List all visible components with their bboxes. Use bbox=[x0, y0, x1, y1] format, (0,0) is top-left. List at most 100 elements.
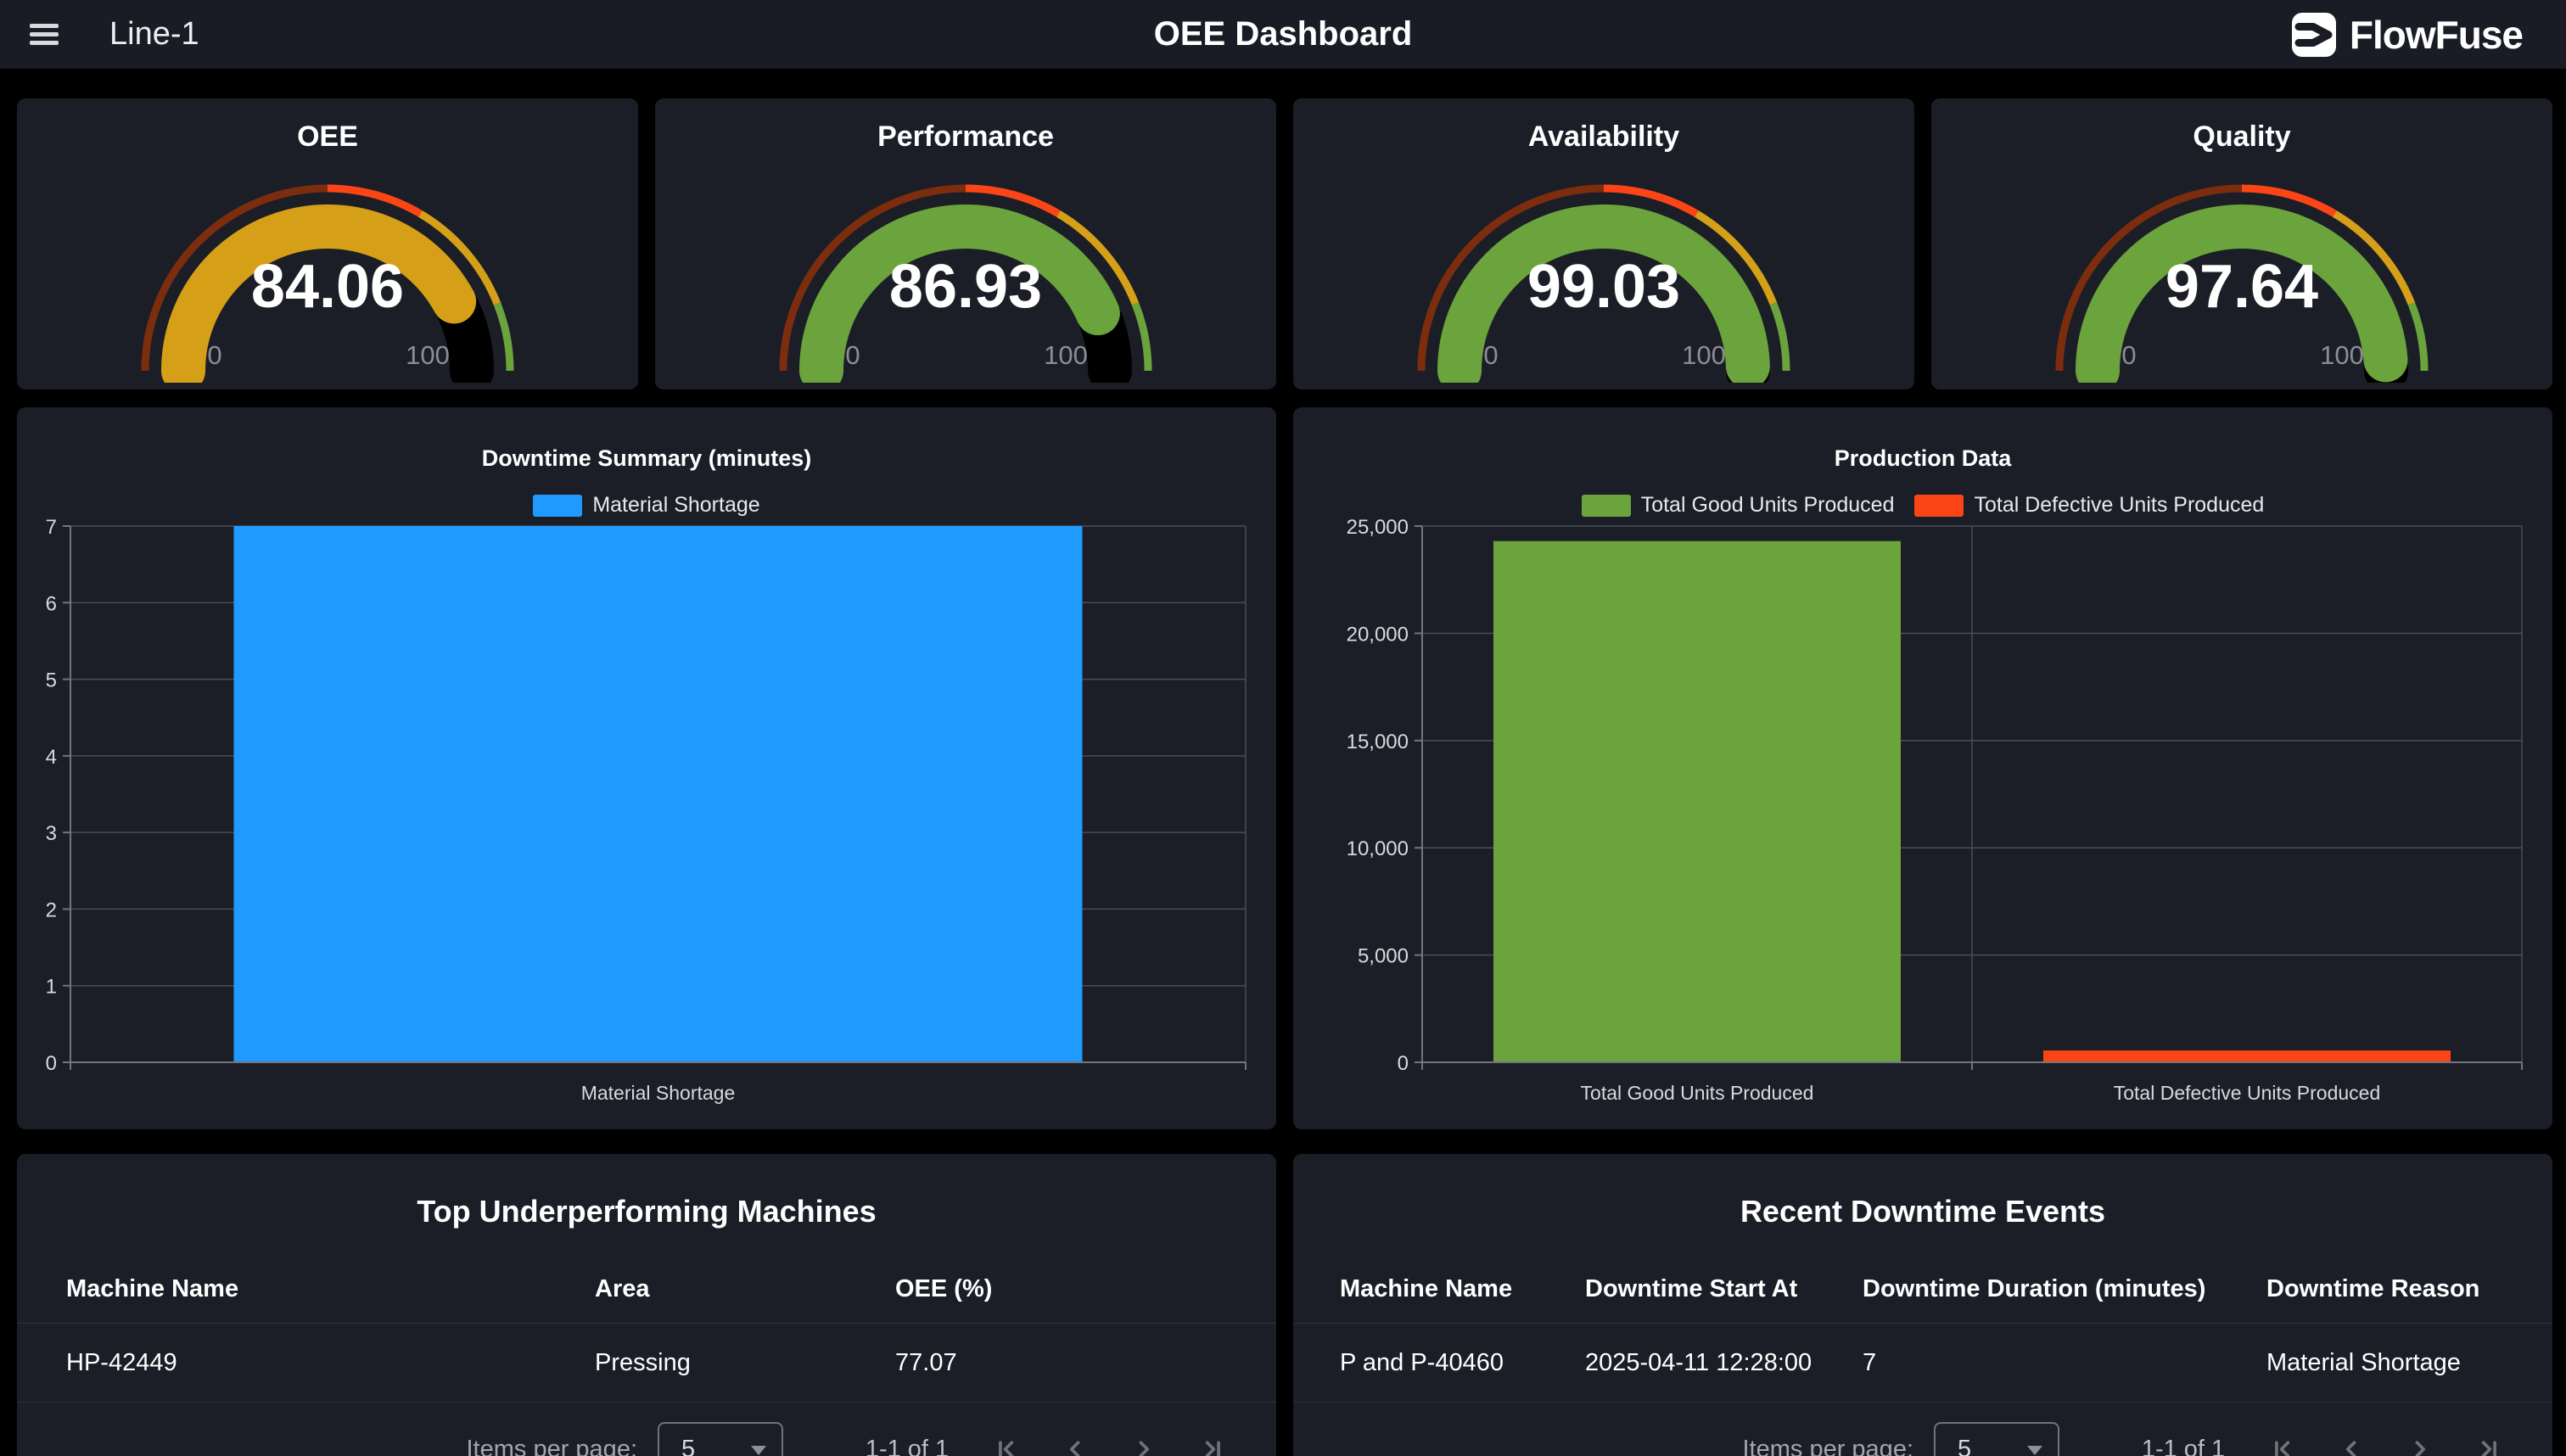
col-header-machine-name: Machine Name bbox=[66, 1275, 595, 1303]
last-page-button[interactable] bbox=[1198, 1435, 1227, 1456]
table-header-row: Machine Name Downtime Start At Downtime … bbox=[1293, 1256, 2552, 1324]
next-page-button[interactable] bbox=[2406, 1435, 2434, 1456]
gauge-max-label: 100 bbox=[406, 340, 450, 371]
items-per-page-select[interactable]: 5 bbox=[1934, 1422, 2059, 1456]
svg-text:3: 3 bbox=[46, 822, 57, 845]
chevron-right-icon bbox=[2406, 1435, 2434, 1456]
gauge-value: 84.06 bbox=[124, 256, 531, 317]
gauge-min-label: 0 bbox=[845, 340, 860, 371]
cell-downtime-start: 2025-04-11 12:28:00 bbox=[1585, 1349, 1863, 1377]
prev-page-button[interactable] bbox=[2337, 1435, 2366, 1456]
brand: FlowFuse bbox=[2290, 11, 2523, 59]
pagination-nav bbox=[2268, 1435, 2503, 1456]
table-row: HP-42449 Pressing 77.07 bbox=[17, 1324, 1276, 1403]
chart-title: Production Data bbox=[1293, 445, 2552, 472]
gauge-card-performance: Performance 86.93 0 100 bbox=[655, 98, 1276, 389]
page-title: OEE Dashboard bbox=[1154, 15, 1413, 53]
cell-downtime-duration: 7 bbox=[1863, 1349, 2266, 1377]
machines-table: Machine Name Area OEE (%) HP-42449 Press… bbox=[17, 1256, 1276, 1456]
items-per-page-select[interactable]: 5 bbox=[658, 1422, 783, 1456]
underperforming-machines-card: Top Underperforming Machines Machine Nam… bbox=[17, 1154, 1276, 1456]
gauge-min-label: 0 bbox=[1483, 340, 1498, 371]
gauge-min-label: 0 bbox=[207, 340, 221, 371]
svg-text:25,000: 25,000 bbox=[1347, 516, 1409, 539]
gauge-oee: 84.06 0 100 bbox=[124, 171, 531, 383]
items-per-page-label: Items per page: bbox=[1743, 1436, 1914, 1456]
downtime-chart-card: Downtime Summary (minutes) Material Shor… bbox=[17, 407, 1276, 1129]
pagination: Items per page: 5 1-1 of 1 bbox=[1293, 1403, 2552, 1456]
gauge-quality: 97.64 0 100 bbox=[2038, 171, 2446, 383]
table-title: Recent Downtime Events bbox=[1293, 1194, 2552, 1229]
first-page-button[interactable] bbox=[2268, 1435, 2297, 1456]
cell-machine-name: HP-42449 bbox=[66, 1349, 595, 1377]
chevron-left-icon bbox=[2337, 1435, 2366, 1456]
col-header-oee: OEE (%) bbox=[895, 1275, 1276, 1303]
recent-downtime-events-card: Recent Downtime Events Machine Name Down… bbox=[1293, 1154, 2552, 1456]
gauge-card-oee: OEE 84.06 0 100 bbox=[17, 98, 638, 389]
gauge-max-label: 100 bbox=[1682, 340, 1726, 371]
col-header-downtime-reason: Downtime Reason bbox=[2266, 1275, 2552, 1303]
prev-page-button[interactable] bbox=[1061, 1435, 1090, 1456]
pagination-range: 1-1 of 1 bbox=[2136, 1436, 2231, 1456]
charts-row: Downtime Summary (minutes) Material Shor… bbox=[0, 407, 2566, 1129]
pagination-nav bbox=[992, 1435, 1227, 1456]
dropdown-caret-icon bbox=[751, 1446, 766, 1455]
svg-text:2: 2 bbox=[46, 899, 57, 921]
cell-area: Pressing bbox=[595, 1349, 895, 1377]
table-title: Top Underperforming Machines bbox=[17, 1194, 1276, 1229]
menu-button[interactable] bbox=[26, 20, 62, 48]
svg-text:1: 1 bbox=[46, 976, 57, 999]
hamburger-icon bbox=[30, 24, 59, 45]
svg-text:20,000: 20,000 bbox=[1347, 623, 1409, 646]
cell-downtime-reason: Material Shortage bbox=[2266, 1349, 2552, 1377]
last-page-button[interactable] bbox=[2474, 1435, 2503, 1456]
chevron-left-icon bbox=[1061, 1435, 1090, 1456]
svg-text:4: 4 bbox=[46, 746, 57, 769]
first-page-icon bbox=[992, 1435, 1021, 1456]
svg-text:10,000: 10,000 bbox=[1347, 837, 1409, 860]
gauge-card-availability: Availability 99.03 0 100 bbox=[1293, 98, 1914, 389]
brand-name: FlowFuse bbox=[2350, 12, 2523, 58]
items-per-page-value: 5 bbox=[1958, 1436, 1971, 1456]
cell-oee: 77.07 bbox=[895, 1349, 1276, 1377]
gauge-card-quality: Quality 97.64 0 100 bbox=[1931, 98, 2552, 389]
gauge-value: 86.93 bbox=[762, 256, 1169, 317]
gauge-value: 99.03 bbox=[1400, 256, 1807, 317]
dropdown-caret-icon bbox=[2027, 1446, 2042, 1455]
gauge-title: OEE bbox=[17, 120, 638, 154]
production-chart-card: Production Data Total Good Units Produce… bbox=[1293, 407, 2552, 1129]
items-per-page-value: 5 bbox=[681, 1436, 695, 1456]
gauge-title: Availability bbox=[1293, 120, 1914, 154]
svg-text:Total Good Units Produced: Total Good Units Produced bbox=[1581, 1082, 1814, 1104]
first-page-button[interactable] bbox=[992, 1435, 1021, 1456]
gauge-title: Quality bbox=[1931, 120, 2552, 154]
pagination: Items per page: 5 1-1 of 1 bbox=[17, 1403, 1276, 1456]
svg-text:0: 0 bbox=[1398, 1052, 1409, 1075]
gauge-availability: 99.03 0 100 bbox=[1400, 171, 1807, 383]
svg-text:15,000: 15,000 bbox=[1347, 731, 1409, 753]
next-page-button[interactable] bbox=[1129, 1435, 1158, 1456]
gauge-max-label: 100 bbox=[1044, 340, 1088, 371]
gauges-row: OEE 84.06 0 100 Performance 86.93 0 100 … bbox=[0, 98, 2566, 389]
col-header-downtime-duration: Downtime Duration (minutes) bbox=[1863, 1275, 2266, 1303]
last-page-icon bbox=[2474, 1435, 2503, 1456]
pagination-range: 1-1 of 1 bbox=[860, 1436, 955, 1456]
table-row: P and P-40460 2025-04-11 12:28:00 7 Mate… bbox=[1293, 1324, 2552, 1403]
table-header-row: Machine Name Area OEE (%) bbox=[17, 1256, 1276, 1324]
chevron-right-icon bbox=[1129, 1435, 1158, 1456]
production-bar-chart: 0 5,000 10,000 15,000 20,000 25,000 Total Good… bbox=[1293, 501, 2552, 1112]
svg-text:Material Shortage: Material Shortage bbox=[581, 1082, 736, 1104]
downtime-bar-chart: 01234567Material Shortage bbox=[17, 501, 1276, 1112]
gauge-min-label: 0 bbox=[2121, 340, 2136, 371]
gauge-title: Performance bbox=[655, 120, 1276, 154]
chart-title: Downtime Summary (minutes) bbox=[17, 445, 1276, 472]
last-page-icon bbox=[1198, 1435, 1227, 1456]
svg-text:5,000: 5,000 bbox=[1358, 945, 1409, 968]
svg-text:5: 5 bbox=[46, 669, 57, 692]
col-header-downtime-start: Downtime Start At bbox=[1585, 1275, 1863, 1303]
first-page-icon bbox=[2268, 1435, 2297, 1456]
svg-text:Total Defective Units Produced: Total Defective Units Produced bbox=[2114, 1082, 2381, 1104]
cell-machine-name: P and P-40460 bbox=[1340, 1349, 1585, 1377]
svg-text:6: 6 bbox=[46, 592, 57, 615]
tables-row: Top Underperforming Machines Machine Nam… bbox=[0, 1154, 2566, 1456]
